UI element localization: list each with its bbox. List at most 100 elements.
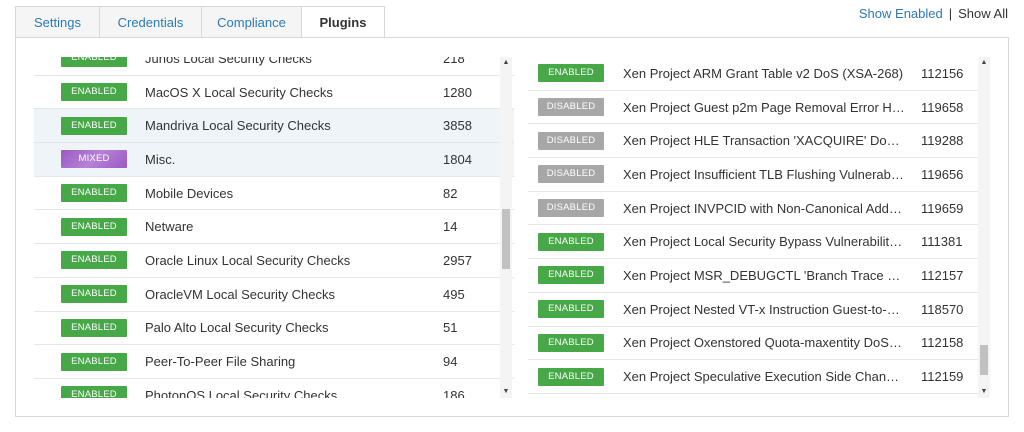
status-badge[interactable]: ENABLED: [538, 367, 604, 386]
family-row[interactable]: ENABLED PhotonOS Local Security Checks 186: [34, 379, 514, 398]
show-all-link[interactable]: Show All: [958, 6, 1008, 21]
family-count: 14: [443, 219, 458, 235]
plugin-list[interactable]: ENABLED Xen Project ARM Grant Table v2 Do…: [528, 57, 990, 398]
plugins-panel: ENABLED Junos Local Security Checks 218 ENA…: [15, 37, 1009, 417]
family-name[interactable]: MacOS X Local Security Checks: [145, 85, 435, 100]
status-badge[interactable]: DISABLED: [538, 98, 604, 117]
family-row[interactable]: ENABLED Palo Alto Local Security Checks 51: [34, 312, 514, 346]
family-row[interactable]: ENABLED Peer-To-Peer File Sharing 94: [34, 345, 514, 379]
plugin-name[interactable]: Xen Project MSR_DEBUGCTL 'Branch Trace S…: [623, 268, 905, 283]
status-badge[interactable]: DISABLED: [538, 165, 604, 184]
tab-credentials[interactable]: Credentials: [99, 6, 201, 38]
tab-plugins[interactable]: Plugins: [301, 6, 385, 38]
plugin-name[interactable]: Xen Project ARM Grant Table v2 DoS (XSA-…: [623, 66, 905, 81]
family-count: 3858: [443, 118, 472, 134]
tab-compliance[interactable]: Compliance: [201, 6, 301, 38]
plugin-name[interactable]: Xen Project Insufficient TLB Flushing Vu…: [623, 167, 905, 182]
plugin-name[interactable]: Xen Project Oxenstored Quota-maxentity D…: [623, 335, 905, 350]
plugin-id: 112156: [921, 65, 964, 81]
family-row[interactable]: ENABLED Junos Local Security Checks 218: [34, 57, 514, 76]
family-row[interactable]: ENABLED Mobile Devices 82: [34, 177, 514, 211]
status-badge[interactable]: ENABLED: [61, 285, 127, 304]
plugin-name[interactable]: Xen Project Nested VT-x Instruction Gues…: [623, 302, 905, 317]
family-name[interactable]: Junos Local Security Checks: [145, 57, 435, 66]
plugin-list-scrollbar[interactable]: ▲ ▼: [978, 57, 990, 398]
plugin-id: 119659: [921, 200, 964, 216]
status-badge[interactable]: DISABLED: [538, 131, 604, 150]
status-badge[interactable]: ENABLED: [61, 352, 127, 371]
plugin-row[interactable]: DISABLED Xen Project HLE Transaction 'XAC…: [528, 124, 990, 159]
status-badge[interactable]: ENABLED: [538, 232, 604, 251]
status-badge[interactable]: ENABLED: [538, 300, 604, 319]
plugin-row[interactable]: ENABLED Xen Project Oxenstored Quota-maxe…: [528, 327, 990, 361]
plugin-name[interactable]: Xen Project Speculative Execution Side C…: [623, 369, 905, 384]
family-count: 1804: [443, 151, 472, 167]
tab-settings[interactable]: Settings: [15, 6, 99, 38]
plugin-row[interactable]: ENABLED Xen Project ARM Grant Table v2 Do…: [528, 57, 990, 91]
family-name[interactable]: Mobile Devices: [145, 186, 435, 201]
scroll-thumb[interactable]: [980, 345, 988, 375]
status-badge[interactable]: ENABLED: [61, 217, 127, 236]
family-name[interactable]: Palo Alto Local Security Checks: [145, 320, 435, 335]
status-badge[interactable]: ENABLED: [61, 83, 127, 102]
plugin-family-rows: ENABLED Junos Local Security Checks 218 ENA…: [34, 57, 514, 398]
plugin-row[interactable]: ENABLED Xen Project Nested VT-x Instructi…: [528, 293, 990, 327]
family-count: 218: [443, 57, 465, 66]
show-enabled-link[interactable]: Show Enabled: [859, 6, 943, 21]
status-badge[interactable]: ENABLED: [61, 251, 127, 270]
plugin-rows: ENABLED Xen Project ARM Grant Table v2 Do…: [528, 57, 990, 394]
scroll-up-arrow-icon[interactable]: ▲: [978, 57, 990, 69]
show-separator: |: [948, 6, 953, 21]
status-badge[interactable]: DISABLED: [538, 199, 604, 218]
family-count: 1280: [443, 84, 472, 100]
plugin-row[interactable]: DISABLED Xen Project INVPCID with Non-Can…: [528, 192, 990, 226]
status-badge[interactable]: ENABLED: [538, 64, 604, 83]
family-name[interactable]: Netware: [145, 219, 435, 234]
family-name[interactable]: OracleVM Local Security Checks: [145, 287, 435, 302]
scroll-up-arrow-icon[interactable]: ▲: [500, 57, 512, 69]
status-badge[interactable]: ENABLED: [538, 266, 604, 285]
family-name[interactable]: Mandriva Local Security Checks: [145, 118, 435, 133]
plugin-row[interactable]: ENABLED Xen Project Speculative Execution…: [528, 360, 990, 394]
status-badge[interactable]: ENABLED: [61, 318, 127, 337]
family-row[interactable]: MIXED Misc. 1804: [34, 143, 514, 177]
plugin-row[interactable]: ENABLED Xen Project MSR_DEBUGCTL 'Branch …: [528, 259, 990, 293]
status-badge[interactable]: ENABLED: [61, 184, 127, 203]
status-badge[interactable]: ENABLED: [538, 333, 604, 352]
plugin-row[interactable]: DISABLED Xen Project Guest p2m Page Remov…: [528, 91, 990, 125]
plugin-row[interactable]: ENABLED Xen Project Local Security Bypass…: [528, 225, 990, 260]
scroll-thumb[interactable]: [502, 209, 510, 269]
status-badge[interactable]: ENABLED: [61, 57, 127, 68]
family-count: 82: [443, 185, 458, 201]
plugin-name[interactable]: Xen Project INVPCID with Non-Canonical A…: [623, 201, 905, 216]
family-row[interactable]: ENABLED Oracle Linux Local Security Check…: [34, 244, 514, 278]
family-name[interactable]: Peer-To-Peer File Sharing: [145, 354, 435, 369]
status-badge[interactable]: MIXED: [61, 150, 127, 169]
status-badge[interactable]: ENABLED: [61, 116, 127, 135]
status-badge[interactable]: ENABLED: [61, 386, 127, 398]
plugin-row[interactable]: DISABLED Xen Project Insufficient TLB Flu…: [528, 158, 990, 192]
plugin-family-list[interactable]: ENABLED Junos Local Security Checks 218 ENA…: [34, 57, 514, 398]
family-count: 2957: [443, 252, 472, 268]
plugin-name[interactable]: Xen Project Guest p2m Page Removal Error…: [623, 100, 905, 115]
plugin-id: 118570: [921, 301, 964, 317]
family-count: 186: [443, 387, 465, 398]
family-row[interactable]: ENABLED OracleVM Local Security Checks 495: [34, 278, 514, 312]
plugin-id: 119658: [921, 99, 964, 115]
plugin-name[interactable]: Xen Project Local Security Bypass Vulner…: [623, 234, 905, 249]
family-name[interactable]: Oracle Linux Local Security Checks: [145, 253, 435, 268]
show-filter: Show Enabled | Show All: [859, 6, 1008, 21]
family-row[interactable]: ENABLED MacOS X Local Security Checks 1280: [34, 76, 514, 110]
plugin-id: 112159: [921, 369, 964, 385]
scroll-down-arrow-icon[interactable]: ▼: [978, 386, 990, 398]
family-row[interactable]: ENABLED Mandriva Local Security Checks 385…: [34, 109, 514, 144]
scroll-down-arrow-icon[interactable]: ▼: [500, 386, 512, 398]
family-name[interactable]: PhotonOS Local Security Checks: [145, 388, 435, 398]
plugin-id: 111381: [921, 234, 963, 250]
plugin-id: 112158: [921, 335, 964, 351]
family-count: 495: [443, 286, 465, 302]
family-name[interactable]: Misc.: [145, 152, 435, 167]
family-row[interactable]: ENABLED Netware 14: [34, 210, 514, 245]
plugin-name[interactable]: Xen Project HLE Transaction 'XACQUIRE' D…: [623, 133, 905, 148]
family-list-scrollbar[interactable]: ▲ ▼: [500, 57, 512, 398]
